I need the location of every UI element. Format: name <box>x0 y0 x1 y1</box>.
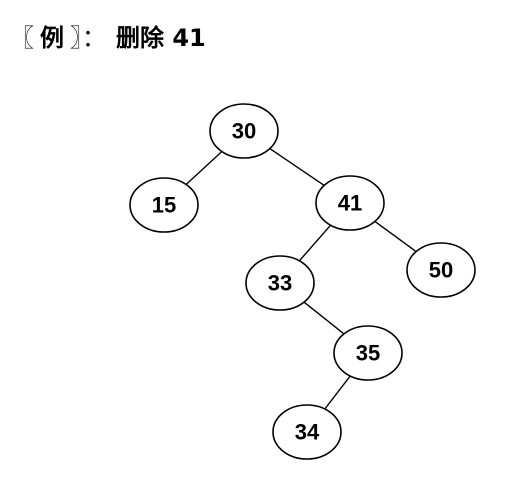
node-label: 50 <box>429 258 453 283</box>
binary-search-tree: 30 15 41 33 50 35 34 <box>129 103 476 460</box>
tree-node-34: 34 <box>272 404 342 460</box>
node-label: 33 <box>268 271 292 296</box>
edge-30-41 <box>269 148 325 186</box>
node-label: 15 <box>152 193 176 218</box>
edge-41-50 <box>374 220 417 253</box>
edge-33-35 <box>303 301 345 335</box>
node-label: 41 <box>338 191 362 216</box>
edge-30-15 <box>185 150 223 186</box>
tree-nodes: 30 15 41 33 50 35 34 <box>129 103 476 460</box>
tree-node-15: 15 <box>129 177 199 233</box>
node-label: 30 <box>232 119 256 144</box>
tree-node-50: 50 <box>406 242 476 298</box>
edge-35-34 <box>324 375 351 410</box>
tree-node-41: 41 <box>315 175 385 231</box>
node-label: 35 <box>356 341 380 366</box>
edge-41-33 <box>298 224 332 262</box>
node-label: 34 <box>295 420 320 445</box>
tree-node-30: 30 <box>209 103 279 159</box>
tree-node-33: 33 <box>245 255 315 311</box>
tree-node-35: 35 <box>333 325 403 381</box>
diagram-canvas: 〖例〗： 删除 41 30 15 41 33 50 35 34 <box>0 0 530 483</box>
